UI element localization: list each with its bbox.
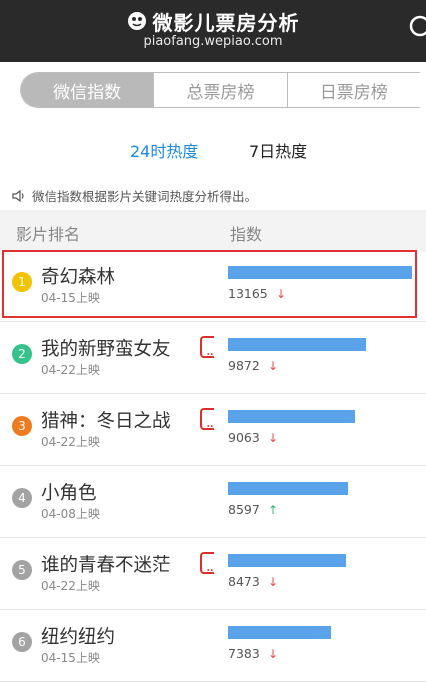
tab-daily-box-office[interactable]: 日票房榜 bbox=[286, 73, 420, 107]
index-bar bbox=[228, 554, 346, 567]
rank-badge: 6 bbox=[12, 632, 32, 652]
movie-row[interactable]: 2 我的新野蛮女友.. 04-22上映 9872 ↓ bbox=[0, 322, 426, 394]
column-header: 影片排名 指数 bbox=[0, 210, 426, 252]
app-url: piaofang.wepiao.com bbox=[143, 34, 283, 49]
index-bar bbox=[228, 410, 355, 423]
logo-line: 微影儿票房分析 bbox=[0, 8, 426, 35]
trend-down-icon: ↓ bbox=[268, 575, 279, 589]
index-bar bbox=[228, 482, 348, 495]
subtab-7d[interactable]: 7日热度 bbox=[249, 138, 307, 162]
rank-badge: 4 bbox=[12, 488, 32, 508]
release-date: 04-22上映 bbox=[41, 435, 100, 449]
movie-row[interactable]: 4 小角色 04-08上映 8597 ↑ bbox=[0, 466, 426, 538]
logo-mark-icon bbox=[127, 12, 146, 30]
trend-down-icon: ↓ bbox=[268, 431, 279, 445]
index-value: 7383 bbox=[228, 646, 260, 661]
movie-row[interactable]: 6 纽约纽约 04-15上映 7383 ↓ bbox=[0, 610, 426, 682]
subtab-24h[interactable]: 24时热度 bbox=[130, 138, 198, 162]
column-index-label: 指数 bbox=[230, 225, 263, 244]
movie-row[interactable]: 3 猎神：冬日之战.. 04-22上映 9063 ↓ bbox=[0, 394, 426, 466]
movie-title: 我的新野蛮女友 bbox=[41, 339, 171, 360]
movie-title: 纽约纽约 bbox=[41, 627, 116, 648]
time-range-tabs: 24时热度 7日热度 bbox=[0, 138, 426, 162]
release-date: 04-15上映 bbox=[41, 651, 100, 665]
tab-wechat-index[interactable]: 微信指数 bbox=[21, 73, 154, 107]
speaker-icon bbox=[12, 189, 24, 202]
app-header: 微影儿票房分析 piaofang.wepiao.com bbox=[0, 0, 426, 62]
index-value: 9063 bbox=[228, 430, 260, 445]
ellipsis-icon: .. bbox=[206, 415, 214, 431]
release-date: 04-22上映 bbox=[41, 579, 100, 593]
movie-title: 小角色 bbox=[41, 483, 97, 504]
index-bar bbox=[228, 626, 331, 639]
tab-total-box-office[interactable]: 总票房榜 bbox=[153, 73, 286, 107]
category-tabs: 微信指数 总票房榜 日票房榜 bbox=[20, 72, 420, 108]
movie-row[interactable]: 5 谁的青春不迷茫.. 04-22上映 8473 ↓ bbox=[0, 538, 426, 610]
search-icon[interactable] bbox=[408, 14, 426, 40]
trend-down-icon: ↓ bbox=[268, 359, 279, 373]
index-bar bbox=[228, 338, 366, 351]
trend-down-icon: ↓ bbox=[268, 647, 279, 661]
note-text: 微信指数根据影片关键词热度分析得出。 bbox=[32, 189, 258, 204]
rank-badge: 5 bbox=[12, 560, 32, 580]
release-date: 04-08上映 bbox=[41, 507, 100, 521]
ellipsis-icon: .. bbox=[206, 559, 214, 575]
rank-badge: 3 bbox=[12, 416, 32, 436]
app-title: 微影儿票房分析 bbox=[152, 10, 300, 35]
rank-badge: 2 bbox=[12, 344, 32, 364]
index-note: 微信指数根据影片关键词热度分析得出。 bbox=[12, 186, 257, 205]
column-rank-label: 影片排名 bbox=[16, 225, 81, 244]
highlight-box bbox=[2, 250, 417, 318]
movie-title: 谁的青春不迷茫 bbox=[41, 555, 171, 576]
release-date: 04-22上映 bbox=[41, 363, 100, 377]
ellipsis-icon: .. bbox=[206, 343, 214, 359]
movie-title: 猎神：冬日之战 bbox=[41, 411, 171, 432]
index-value: 9872 bbox=[228, 358, 260, 373]
index-value: 8473 bbox=[228, 574, 260, 589]
index-value: 8597 bbox=[228, 502, 260, 517]
trend-up-icon: ↑ bbox=[268, 503, 279, 517]
